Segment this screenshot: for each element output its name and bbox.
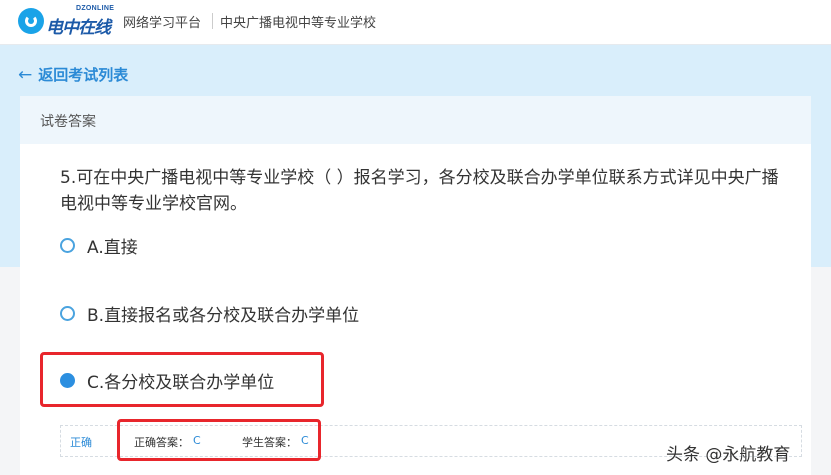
back-to-exam-list-link[interactable]: ← 返回考试列表 — [18, 64, 128, 85]
card-title: 试卷答案 — [40, 114, 96, 130]
platform-name: 网络学习平台 — [123, 16, 202, 31]
option-a[interactable]: A.直接 — [60, 233, 138, 258]
question-text: 5.可在中央广播电视中等专业学校（ ）报名学习，各分校及联合办学单位联系方式详见… — [60, 168, 779, 214]
option-b-label: B.直接报名或各分校及联合办学单位 — [87, 306, 360, 326]
option-b[interactable]: B.直接报名或各分校及联合办学单位 — [60, 301, 359, 326]
answer-highlight — [117, 419, 321, 461]
watermark: 头条 @永航教育 — [666, 445, 791, 465]
radio-unchecked-icon[interactable] — [60, 306, 75, 321]
option-a-label: A.直接 — [87, 238, 138, 258]
logo-icon — [18, 8, 44, 34]
result-status: 正确 — [70, 436, 92, 449]
radio-unchecked-icon[interactable] — [60, 238, 75, 253]
logo-tag: DZONLINE — [76, 5, 115, 12]
card-header: 试卷答案 — [20, 96, 811, 144]
top-bar: DZONLINE 电中在线 网络学习平台 中央广播电视中等专业学校 — [0, 0, 831, 45]
school-name: 中央广播电视中等专业学校 — [220, 16, 377, 31]
arrow-left-icon: ← — [18, 64, 33, 85]
back-link-label: 返回考试列表 — [38, 66, 129, 84]
header-divider — [212, 13, 213, 29]
logo-text: 电中在线 — [46, 18, 111, 38]
selected-option-highlight — [40, 352, 324, 407]
site-logo[interactable]: DZONLINE 电中在线 — [18, 5, 114, 39]
